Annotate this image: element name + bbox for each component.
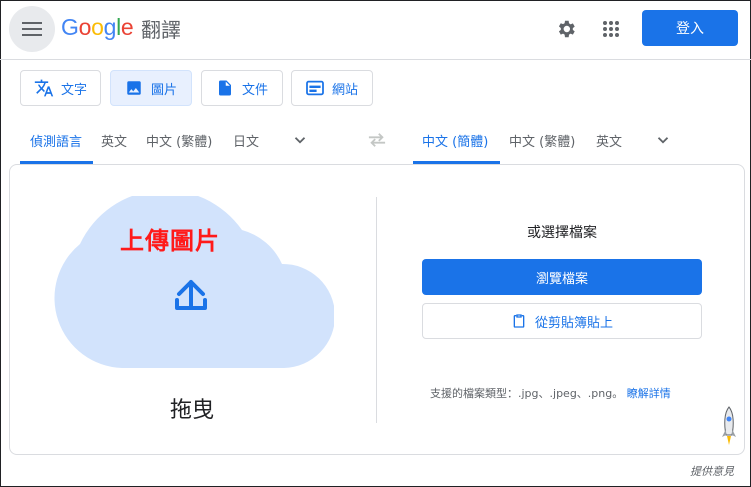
translate-icon [33, 77, 55, 99]
target-lang-option[interactable]: 中文 (繁體) [509, 131, 575, 150]
browse-files-button[interactable]: 瀏覽檔案 [422, 259, 702, 295]
image-icon [123, 77, 145, 99]
swap-languages-icon[interactable] [366, 131, 388, 149]
send-feedback-link[interactable]: 提供意見 [690, 463, 734, 479]
mode-text-button[interactable]: 文字 [20, 70, 101, 106]
drag-label: 拖曳 [170, 398, 215, 423]
product-name: 翻譯 [141, 18, 181, 42]
clipboard-icon [511, 312, 527, 330]
paste-from-clipboard-button[interactable]: 從剪貼簿貼上 [422, 303, 702, 339]
google-logo[interactable]: Google [61, 14, 134, 41]
logo-letter: e [120, 14, 134, 40]
mode-image-button[interactable]: 圖片 [110, 70, 192, 106]
apps-grid-icon [603, 21, 619, 37]
clipboard-label: 從剪貼簿貼上 [534, 315, 613, 331]
target-lang-option[interactable]: 英文 [596, 131, 622, 150]
apps-button[interactable] [597, 15, 625, 43]
mode-label: 文字 [61, 82, 88, 98]
source-lang-option[interactable]: 中文 (繁體) [146, 131, 212, 150]
header-divider [0, 59, 751, 60]
gear-icon [558, 20, 575, 38]
header: Google 翻譯 登入 [0, 0, 751, 58]
target-lang-more-chevron-icon[interactable] [654, 131, 672, 149]
upload-image-overlay-label: 上傳圖片 [120, 227, 220, 255]
mode-document-button[interactable]: 文件 [201, 70, 283, 106]
source-lang-option[interactable]: 日文 [233, 131, 259, 150]
logo-letter: g [103, 14, 117, 40]
source-lang-detect[interactable]: 偵測語言 [30, 131, 82, 150]
rocket-icon[interactable] [718, 405, 740, 447]
mode-label: 網站 [332, 82, 359, 98]
panel-divider [376, 197, 377, 423]
mode-label: 文件 [242, 82, 269, 98]
website-icon [304, 77, 326, 99]
mode-label: 圖片 [151, 82, 178, 98]
supported-file-types: 支援的檔案類型：.jpg、.jpeg、.png。 瞭解詳情 [430, 385, 671, 401]
document-icon [214, 77, 236, 99]
main-menu-button[interactable] [9, 6, 55, 52]
learn-more-link[interactable]: 瞭解詳情 [627, 387, 671, 400]
or-choose-file-label: 或選擇檔案 [527, 225, 597, 241]
mode-website-button[interactable]: 網站 [291, 70, 373, 106]
settings-button[interactable] [552, 15, 580, 43]
supported-types-text: 支援的檔案類型：.jpg、.jpeg、.png。 [430, 387, 624, 400]
sign-in-button[interactable]: 登入 [642, 10, 738, 46]
logo-letter: G [61, 14, 79, 40]
source-lang-more-chevron-icon[interactable] [291, 131, 309, 149]
target-lang-selected[interactable]: 中文 (簡體) [422, 131, 488, 150]
source-lang-option[interactable]: 英文 [101, 131, 127, 150]
logo-letter: o [78, 14, 92, 40]
hamburger-icon [22, 22, 42, 36]
logo-letter: o [91, 14, 104, 40]
